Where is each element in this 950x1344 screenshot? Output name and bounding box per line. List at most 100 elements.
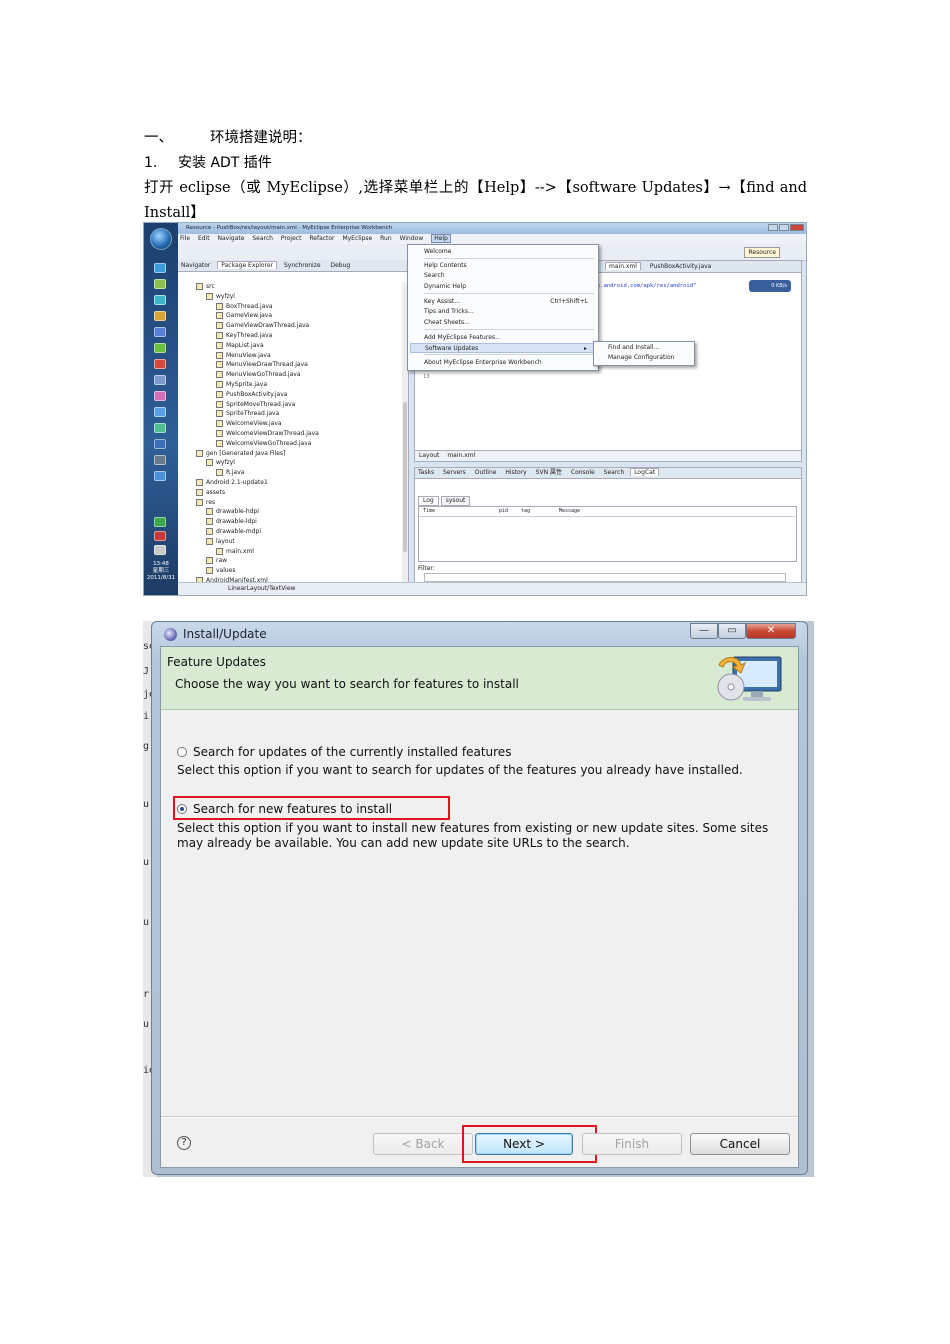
- taskbar-app-icon[interactable]: [154, 455, 166, 465]
- tab-synchronize[interactable]: Synchronize: [281, 262, 324, 269]
- option-search-updates[interactable]: Search for updates of the currently inst…: [177, 745, 511, 759]
- tree-item[interactable]: src: [178, 282, 402, 292]
- tree-item[interactable]: GameView.java: [178, 311, 402, 321]
- menu-item-tips[interactable]: Tips and Tricks...: [424, 307, 594, 317]
- tree-item[interactable]: WelcomeViewGoThread.java: [178, 439, 402, 449]
- option-search-new-features[interactable]: Search for new features to install: [177, 802, 392, 816]
- taskbar-app-icon[interactable]: [154, 343, 166, 353]
- minimize-button[interactable]: [768, 224, 778, 231]
- tree-item[interactable]: Android 2.1-update1: [178, 478, 402, 488]
- tree-item[interactable]: wyfzyl: [178, 292, 402, 302]
- tree-item[interactable]: drawable-hdpi: [178, 507, 402, 517]
- menu-window[interactable]: Window: [400, 235, 424, 242]
- tree-item[interactable]: main.xml: [178, 547, 402, 557]
- tree-item[interactable]: GameViewDrawThread.java: [178, 321, 402, 331]
- tab-outline[interactable]: Outline: [472, 469, 500, 476]
- tray-icon[interactable]: [154, 517, 166, 527]
- radio-search-new-features[interactable]: [177, 804, 187, 814]
- menu-file[interactable]: File: [180, 235, 190, 242]
- taskbar-app-icon[interactable]: [154, 295, 166, 305]
- cancel-button[interactable]: Cancel: [690, 1133, 790, 1155]
- radio-search-updates[interactable]: [177, 747, 187, 757]
- taskbar-app-icon[interactable]: [154, 311, 166, 321]
- tree-item[interactable]: MapList.java: [178, 341, 402, 351]
- maximize-button[interactable]: [779, 224, 789, 231]
- close-button[interactable]: ✕: [746, 623, 796, 639]
- taskbar-app-icon[interactable]: [154, 263, 166, 273]
- tree-item[interactable]: SpriteThread.java: [178, 409, 402, 419]
- perspective-resource[interactable]: Resource: [744, 247, 780, 258]
- tree-item[interactable]: values: [178, 566, 402, 576]
- taskbar-app-icon[interactable]: [154, 359, 166, 369]
- tree-item[interactable]: MenuViewGoThread.java: [178, 370, 402, 380]
- tab-package-explorer[interactable]: Package Explorer: [217, 261, 278, 269]
- back-button[interactable]: < Back: [373, 1133, 473, 1155]
- menu-item-dynamic-help[interactable]: Dynamic Help: [424, 282, 594, 292]
- menu-item-find-and-install[interactable]: Find and Install...: [608, 343, 659, 353]
- menu-item-about[interactable]: About MyEclipse Enterprise Workbench: [424, 358, 594, 368]
- tree-item[interactable]: MenuView.java: [178, 351, 402, 361]
- menu-item-cheat-sheets[interactable]: Cheat Sheets...: [424, 318, 594, 328]
- tree-item[interactable]: layout: [178, 537, 402, 547]
- tree-item[interactable]: SpriteMoveThread.java: [178, 400, 402, 410]
- tree-item[interactable]: PushBoxActivity.java: [178, 390, 402, 400]
- menu-item-add-features[interactable]: Add MyEclipse Features...: [424, 333, 594, 343]
- taskbar-app-icon[interactable]: [154, 375, 166, 385]
- menu-edit[interactable]: Edit: [198, 235, 210, 242]
- tab-search[interactable]: Search: [601, 469, 628, 476]
- tree-item[interactable]: res: [178, 498, 402, 508]
- menu-project[interactable]: Project: [281, 235, 302, 242]
- tree-item[interactable]: wyfzyl: [178, 458, 402, 468]
- menu-item-software-updates[interactable]: Software Updates ▸: [410, 343, 594, 353]
- menu-item-search[interactable]: Search: [424, 271, 594, 281]
- tree-item[interactable]: MenuViewDrawThread.java: [178, 360, 402, 370]
- tab-svn[interactable]: SVN 属性: [533, 469, 565, 476]
- menu-run[interactable]: Run: [380, 235, 392, 242]
- taskbar-clock[interactable]: 13:48 星期三 2011/8/31: [146, 561, 176, 582]
- tree-item[interactable]: gen [Generated Java Files]: [178, 449, 402, 459]
- tab-pushbox-activity[interactable]: PushBoxActivity.java: [647, 263, 714, 270]
- tree-item[interactable]: drawable-ldpi: [178, 517, 402, 527]
- tab-main-xml-source[interactable]: main.xml: [447, 452, 475, 459]
- menu-myeclipse[interactable]: MyEclipse: [342, 235, 372, 242]
- tab-debug[interactable]: Debug: [327, 262, 353, 269]
- tree-item[interactable]: assets: [178, 488, 402, 498]
- menu-item-welcome[interactable]: Welcome: [424, 247, 594, 257]
- menu-help[interactable]: Help: [431, 234, 451, 243]
- tab-servers[interactable]: Servers: [440, 469, 469, 476]
- taskbar-app-icon[interactable]: [154, 279, 166, 289]
- tree-item[interactable]: WelcomeView.java: [178, 419, 402, 429]
- tree-item[interactable]: BoxThread.java: [178, 302, 402, 312]
- close-button[interactable]: [790, 224, 804, 231]
- tree-item[interactable]: MySprite.java: [178, 380, 402, 390]
- taskbar-app-icon[interactable]: [154, 439, 166, 449]
- taskbar-app-icon[interactable]: [154, 391, 166, 401]
- tree-item[interactable]: raw: [178, 556, 402, 566]
- tab-main-xml[interactable]: main.xml: [605, 262, 641, 270]
- tree-item[interactable]: KeyThread.java: [178, 331, 402, 341]
- menu-refactor[interactable]: Refactor: [309, 235, 334, 242]
- tree-item[interactable]: R.java: [178, 468, 402, 478]
- filter-input[interactable]: [424, 573, 786, 582]
- tab-navigator[interactable]: Navigator: [178, 262, 213, 269]
- menu-search[interactable]: Search: [252, 235, 273, 242]
- tree-item[interactable]: WelcomeViewDrawThread.java: [178, 429, 402, 439]
- tab-tasks[interactable]: Tasks: [415, 469, 437, 476]
- taskbar-app-icon[interactable]: [154, 327, 166, 337]
- menu-item-manage-configuration[interactable]: Manage Configuration: [608, 353, 674, 363]
- next-button[interactable]: Next >: [475, 1133, 573, 1155]
- menu-item-help-contents[interactable]: Help Contents: [424, 261, 594, 271]
- tab-logcat[interactable]: LogCat: [630, 468, 660, 476]
- tray-icon[interactable]: [154, 545, 166, 555]
- tab-history[interactable]: History: [502, 469, 529, 476]
- tab-layout[interactable]: Layout: [419, 452, 439, 459]
- minimize-button[interactable]: —: [690, 623, 718, 639]
- taskbar-app-icon[interactable]: [154, 423, 166, 433]
- taskbar-app-icon[interactable]: [154, 471, 166, 481]
- tab-console[interactable]: Console: [568, 469, 598, 476]
- menu-navigate[interactable]: Navigate: [218, 235, 245, 242]
- tree-item[interactable]: drawable-mdpi: [178, 527, 402, 537]
- tab-sysout[interactable]: sysout: [440, 496, 471, 506]
- help-icon[interactable]: ?: [177, 1136, 191, 1150]
- menu-item-key-assist[interactable]: Key Assist... Ctrl+Shift+L: [424, 297, 594, 307]
